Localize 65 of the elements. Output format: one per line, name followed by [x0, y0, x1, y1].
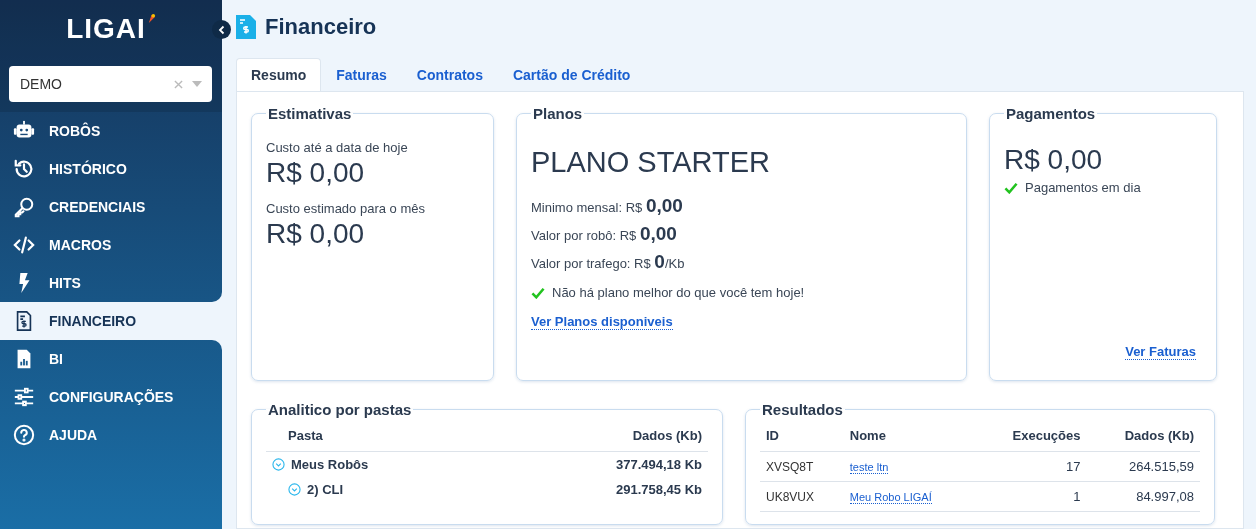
plans-link[interactable]: Ver Planos disponiveis — [531, 314, 673, 330]
chevron-down-icon[interactable] — [272, 458, 285, 471]
column-header: Execuções — [974, 424, 1087, 452]
menu-item[interactable]: MACROS — [0, 226, 222, 264]
plan-name: PLANO STARTER — [531, 146, 772, 179]
cost-label: Custo estimado para o mês — [266, 201, 426, 216]
chevron-left-icon — [216, 24, 227, 35]
help-icon — [13, 424, 35, 446]
check-icon — [531, 286, 545, 299]
cost-label: Custo até a data de hoje — [266, 140, 409, 155]
sliders-icon — [13, 386, 35, 408]
caret-icon[interactable] — [192, 81, 202, 87]
robot-link[interactable]: Meu Robo LIGAÍ — [849, 491, 932, 504]
table-cell: 1 — [974, 481, 1087, 512]
card-title: Estimativas — [267, 105, 353, 122]
table-cell: 377.494,18 Kb — [498, 451, 708, 477]
column-header: Pasta — [266, 424, 498, 452]
table-cell: UK8VUX — [760, 481, 844, 512]
plan-price: Valor por trafego: R$ 0/Kb — [531, 251, 686, 273]
menu-item[interactable]: CONFIGURAÇÕES — [0, 378, 222, 416]
tab[interactable]: Cartão de Crédito — [497, 58, 646, 91]
cost-value: R$ 0,00 — [266, 218, 366, 250]
menu-item[interactable]: BI — [0, 340, 222, 378]
clear-icon[interactable] — [174, 79, 183, 89]
cost-value: R$ 0,00 — [266, 157, 366, 189]
menu-item[interactable]: AJUDA — [0, 416, 222, 454]
logo: LIGAI — [66, 15, 146, 43]
code-icon — [13, 234, 35, 256]
company-select[interactable]: DEMO — [9, 66, 212, 102]
plan-message: Não há plano melhor do que você tem hoje! — [552, 285, 805, 300]
card-title: Resultados — [761, 401, 844, 418]
payment-amount: R$ 0,00 — [1004, 144, 1104, 176]
plan-price: Valor por robô: R$ 0,00 — [531, 223, 678, 245]
payment-status: Pagamentos em dia — [1025, 180, 1141, 195]
invoices-link[interactable]: Ver Faturas — [1125, 344, 1196, 360]
page-title: Financeiro — [265, 14, 377, 40]
column-header: ID — [760, 424, 844, 452]
column-header: Dados (Kb) — [498, 424, 708, 452]
key-icon — [13, 196, 35, 218]
history-icon — [13, 158, 35, 180]
column-header: Dados (Kb) — [1086, 424, 1200, 452]
tab[interactable]: Resumo — [236, 58, 322, 91]
tab[interactable]: Faturas — [321, 58, 402, 91]
menu-item[interactable]: ROBÔS — [0, 112, 222, 150]
logo-accent-icon — [146, 14, 156, 23]
card-title: Planos — [532, 105, 584, 122]
card-title: Pagamentos — [1005, 105, 1097, 122]
invoice-icon — [236, 15, 256, 39]
table-cell: 264.515,59 — [1086, 451, 1200, 482]
folder-name: 2) CLI — [307, 482, 344, 497]
table-cell: 84.997,08 — [1086, 481, 1200, 512]
table-cell: XVSQ8T — [760, 451, 844, 482]
folder-name: Meus Robôs — [291, 457, 369, 472]
card-title: Analitico por pastas — [267, 401, 413, 418]
check-icon — [1004, 181, 1018, 194]
table-cell: 17 — [974, 451, 1087, 482]
robot-link[interactable]: teste ltn — [849, 461, 889, 474]
table-cell-text: 291.758,45 Kb — [615, 481, 703, 499]
menu-item[interactable]: CREDENCIAIS — [0, 188, 222, 226]
plan-price: Minimo mensal: R$ 0,00 — [531, 195, 684, 217]
chevron-down-icon[interactable] — [288, 483, 301, 496]
menu-item[interactable]: HISTÓRICO — [0, 150, 222, 188]
tab[interactable]: Contratos — [401, 58, 498, 91]
column-header: Nome — [843, 424, 975, 452]
menu-item[interactable]: HITS — [0, 264, 222, 302]
